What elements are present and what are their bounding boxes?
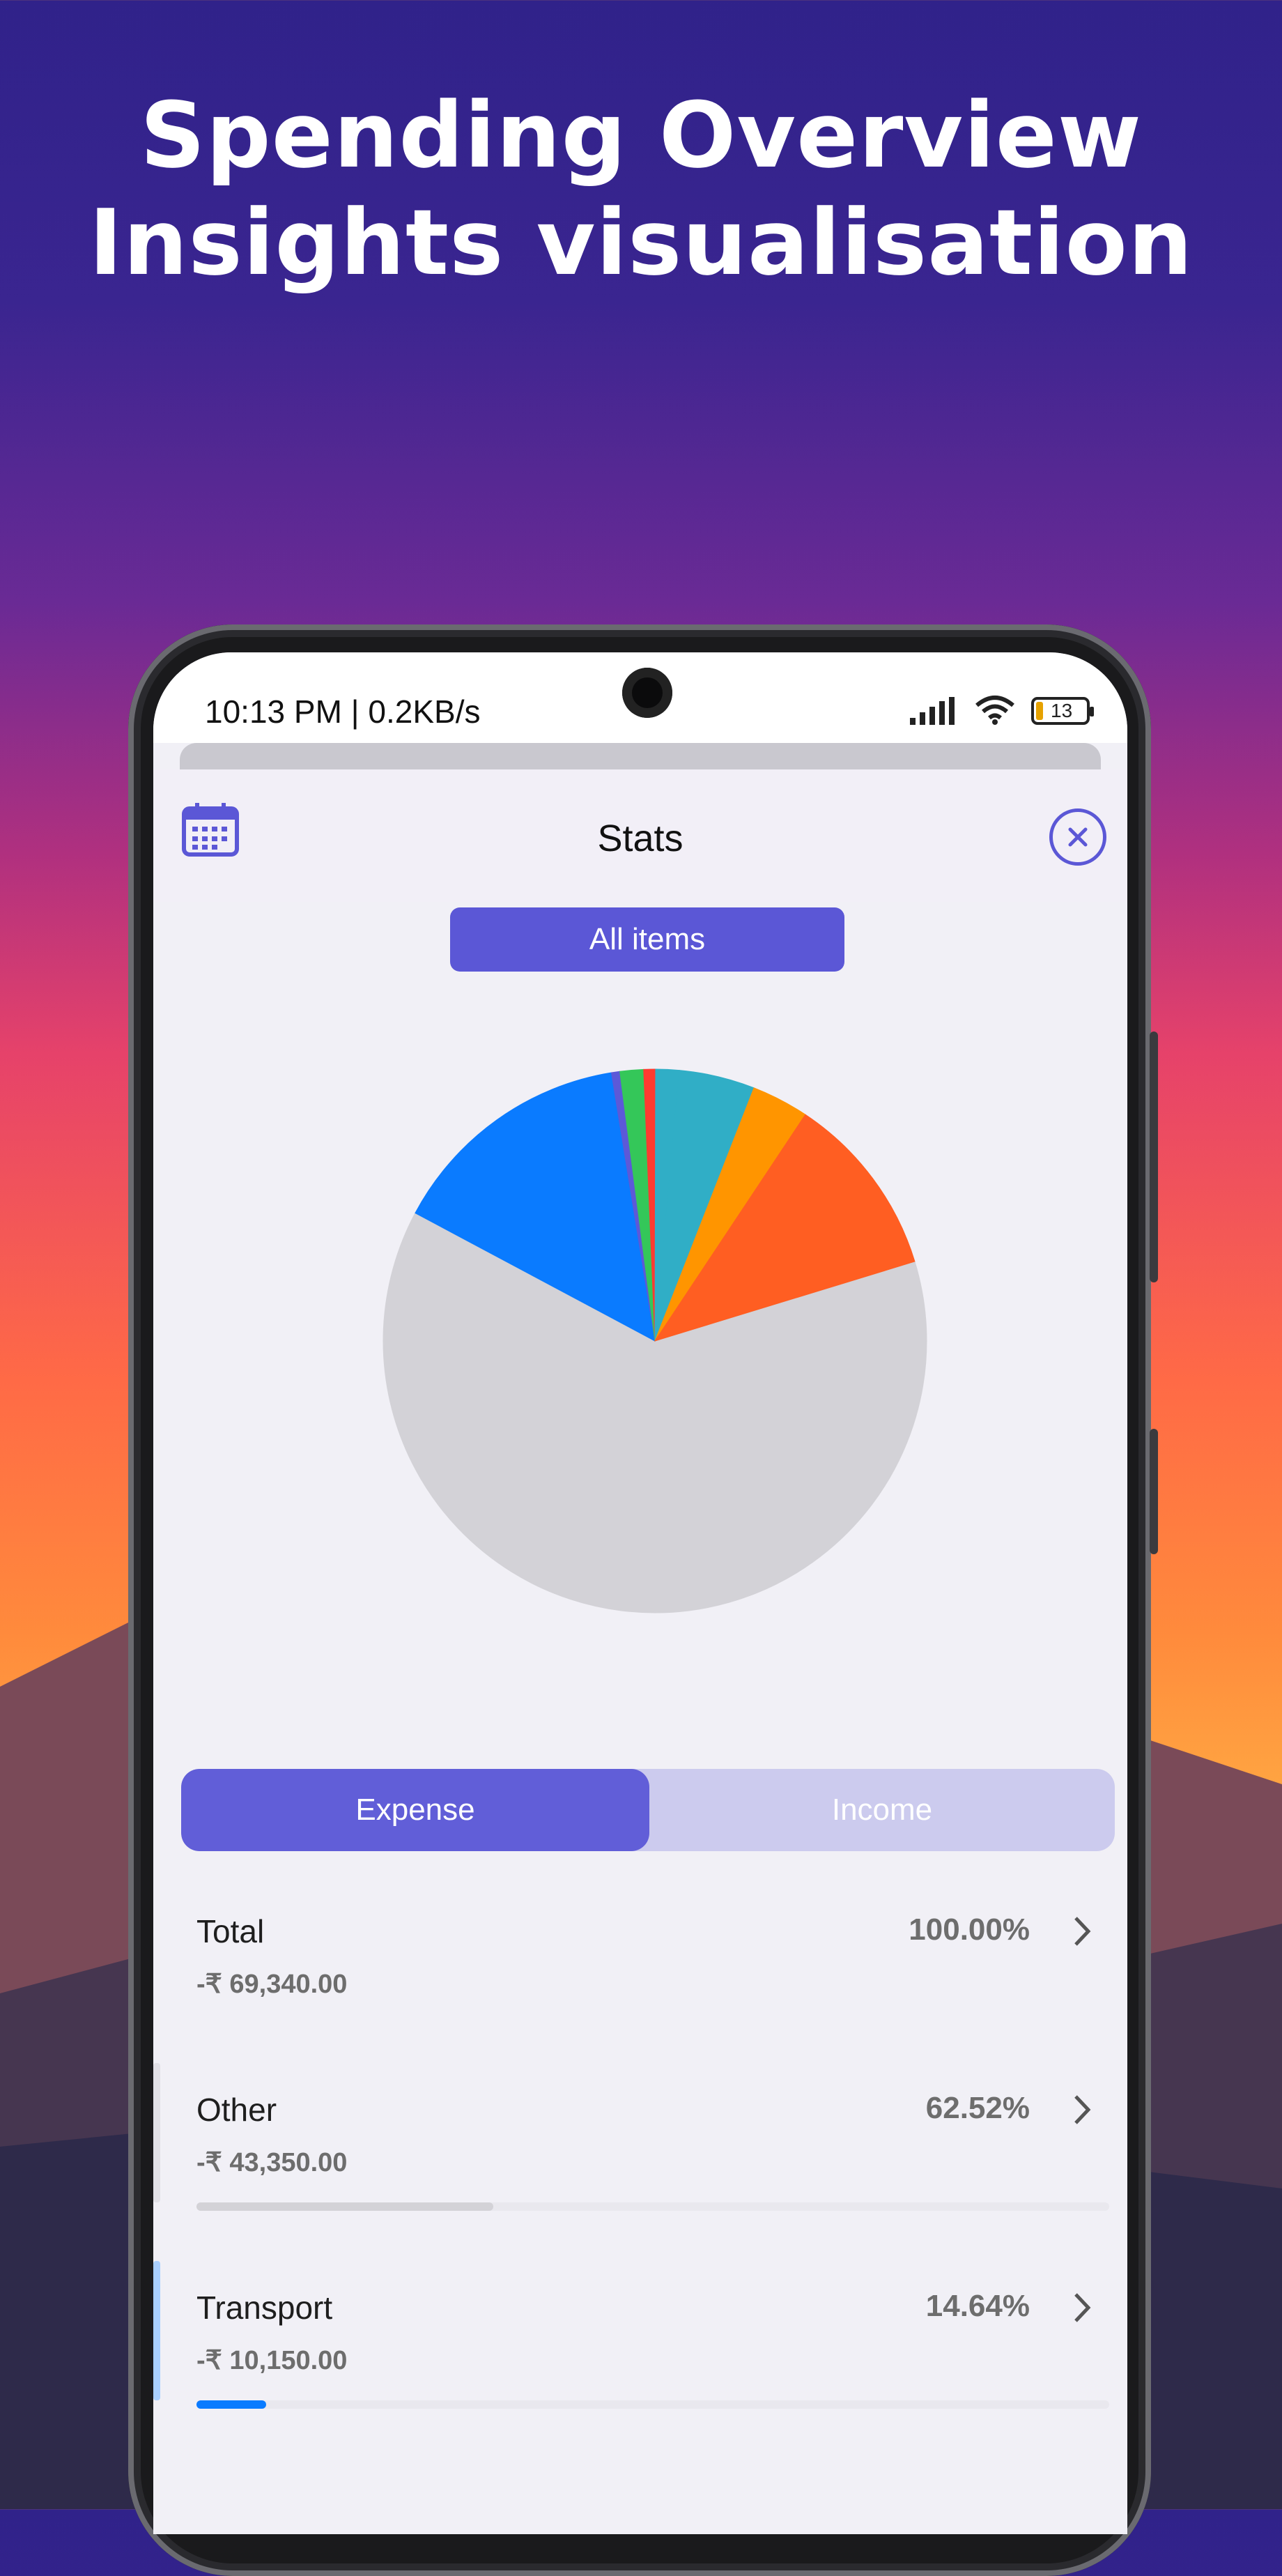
headline-line-2: Insights visualisation: [88, 190, 1194, 296]
page-title: Stats: [597, 818, 684, 859]
all-items-button[interactable]: All items: [450, 907, 844, 972]
signal-icon: [910, 697, 955, 725]
wifi-icon: [975, 696, 1014, 725]
close-button[interactable]: [1049, 808, 1106, 866]
share-bar-fill: [196, 2202, 493, 2211]
sheet-header: Stats: [153, 769, 1127, 902]
status-icons: 13: [910, 694, 1094, 725]
status-time: 10:13 PM | 0.2KB/s: [205, 693, 481, 730]
front-camera: [622, 668, 672, 718]
row-accent: [153, 2063, 160, 2202]
row-name: Other: [196, 2092, 277, 2128]
row-name: Total: [196, 1913, 265, 1949]
power-button: [1150, 1429, 1158, 1554]
headline-line-1: Spending Overview: [140, 82, 1142, 188]
battery-icon: 13: [1031, 697, 1094, 725]
row-amount: -₹ 69,340.00: [196, 1970, 348, 1999]
row-amount: -₹ 43,350.00: [196, 2148, 348, 2177]
share-bar-track: [196, 2202, 1109, 2211]
chevron-right-icon: [1074, 1917, 1091, 1946]
chevron-right-icon: [1074, 2095, 1091, 2124]
row-amount: -₹ 10,150.00: [196, 2346, 348, 2375]
share-bar-track: [196, 2400, 1109, 2409]
share-bar-fill: [196, 2400, 266, 2409]
spending-pie-chart: [383, 1068, 927, 1613]
row-percent: 100.00%: [909, 1912, 1030, 1947]
battery-level: 13: [1051, 700, 1073, 721]
income-tab[interactable]: Income: [649, 1769, 1115, 1851]
category-row-total[interactable]: Total -₹ 69,340.00 100.00%: [153, 1912, 1127, 2080]
expense-tab[interactable]: Expense: [181, 1769, 649, 1851]
chevron-right-icon: [1074, 2293, 1091, 2322]
volume-button: [1150, 1032, 1158, 1282]
phone-screen: 10:13 PM | 0.2KB/s 13 Stats All items Ex…: [153, 652, 1127, 2534]
row-percent: 14.64%: [925, 2289, 1030, 2323]
stats-sheet: Stats All items Expense Income Total -₹ …: [153, 769, 1127, 2534]
row-percent: 62.52%: [925, 2091, 1030, 2125]
expense-income-toggle: Expense Income: [181, 1769, 1115, 1851]
category-row-other[interactable]: Other -₹ 43,350.00 62.52%: [153, 2063, 1127, 2258]
row-name: Transport: [196, 2290, 333, 2326]
close-icon: [1068, 827, 1088, 847]
category-row-transport[interactable]: Transport -₹ 10,150.00 14.64%: [153, 2261, 1127, 2456]
status-bar: 10:13 PM | 0.2KB/s 13: [153, 652, 1127, 743]
row-accent: [153, 2261, 160, 2400]
